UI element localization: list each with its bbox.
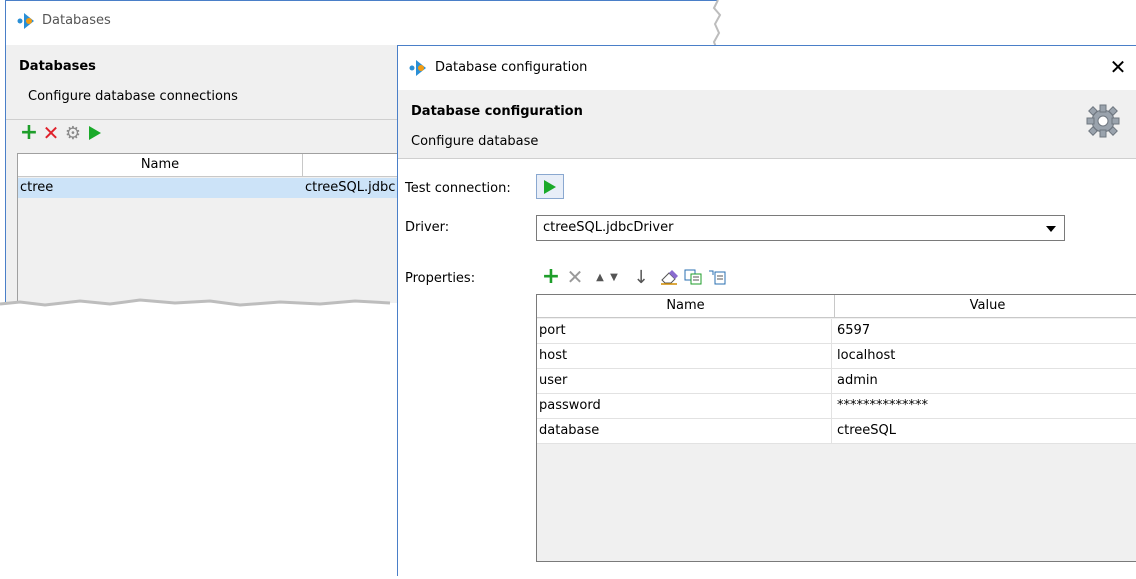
databases-titlebar: Databases [6, 1, 721, 45]
table-row[interactable]: database ctreeSQL [537, 419, 1136, 444]
databases-header-title: Databases [19, 59, 96, 74]
driver-select-value: ctreeSQL.jdbcDriver [543, 220, 674, 235]
add-property-icon[interactable]: + [541, 266, 561, 288]
row-driver: ctreeSQL.jdbc [305, 180, 396, 195]
paste-icon[interactable] [707, 266, 727, 288]
close-button[interactable]: ✕ [1107, 56, 1129, 78]
databases-window-title: Databases [42, 13, 111, 28]
play-icon [544, 179, 556, 194]
driver-select[interactable]: ctreeSQL.jdbcDriver [536, 215, 1065, 241]
property-name: user [539, 369, 832, 393]
column-header-value[interactable]: Value [835, 295, 1136, 318]
property-name: password [539, 394, 832, 418]
property-value[interactable]: localhost [837, 344, 1136, 368]
column-header-name[interactable]: Name [537, 295, 835, 318]
driver-label: Driver: [405, 220, 450, 235]
app-logo-icon [409, 60, 426, 76]
property-value[interactable]: admin [837, 369, 1136, 393]
column-header-name[interactable]: Name [18, 154, 303, 177]
move-up-icon[interactable]: ▲ [593, 266, 607, 288]
properties-label: Properties: [405, 271, 476, 286]
table-row[interactable]: password ************** [537, 394, 1136, 419]
delete-database-icon[interactable]: ✕ [41, 122, 61, 144]
app-logo-icon [17, 13, 34, 29]
eraser-icon[interactable] [659, 266, 679, 288]
dialog-title: Database configuration [435, 60, 588, 75]
table-row[interactable]: user admin [537, 369, 1136, 394]
databases-toolbar: + ✕ ⚙ [19, 122, 149, 146]
arrow-down-icon[interactable]: ↓ [631, 266, 651, 288]
test-connection-button[interactable] [536, 174, 564, 199]
property-name: port [539, 319, 832, 343]
database-configuration-dialog: Database configuration ✕ Database config… [397, 45, 1136, 579]
dialog-header-subtitle: Configure database [411, 134, 539, 149]
properties-table: Name Value port 6597 host localhost user… [536, 294, 1136, 562]
table-row[interactable]: ctree ctreeSQL.jdbc [18, 178, 408, 198]
dialog-header-title: Database configuration [411, 104, 583, 119]
chevron-down-icon [1046, 226, 1056, 232]
delete-property-icon[interactable]: ✕ [565, 266, 585, 288]
property-value[interactable]: ctreeSQL [837, 419, 1136, 443]
table-row[interactable]: host localhost [537, 344, 1136, 369]
property-value[interactable]: ************** [837, 394, 1136, 418]
row-name: ctree [20, 180, 54, 195]
property-value[interactable]: 6597 [837, 319, 1136, 343]
add-database-icon[interactable]: + [19, 122, 39, 144]
copy-icon[interactable] [683, 266, 703, 288]
test-connection-label: Test connection: [405, 181, 511, 196]
move-down-icon[interactable]: ▼ [607, 266, 621, 288]
settings-gear-icon [1086, 104, 1120, 138]
dialog-header: Database configuration Configure databas… [398, 90, 1136, 159]
play-icon[interactable] [85, 122, 105, 144]
properties-toolbar: + ✕ ▲ ▼ ↓ [541, 266, 761, 290]
column-header-driver[interactable] [303, 154, 409, 177]
property-name: database [539, 419, 832, 443]
torn-edge-right [712, 0, 730, 50]
gear-icon[interactable]: ⚙ [63, 122, 83, 144]
databases-header-subtitle: Configure database connections [28, 89, 238, 104]
property-name: host [539, 344, 832, 368]
table-row[interactable]: port 6597 [537, 319, 1136, 344]
